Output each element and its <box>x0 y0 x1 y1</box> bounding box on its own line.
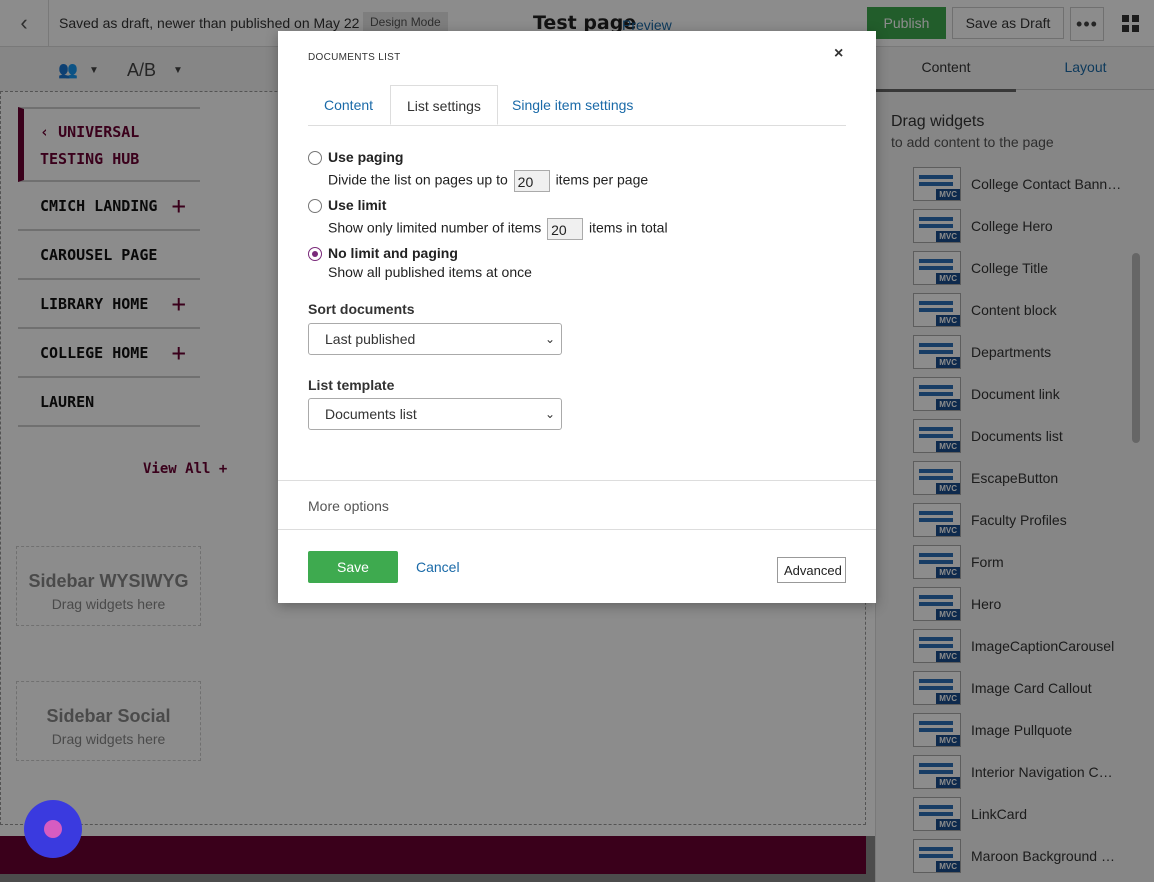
documents-list-dialog: DOCUMENTS LIST × Content List settings S… <box>278 31 876 603</box>
paging-size-input[interactable]: 20 <box>513 170 550 192</box>
radio-use-limit[interactable] <box>308 199 322 213</box>
option-label: Use paging <box>328 149 404 165</box>
more-options-toggle[interactable]: More options <box>278 480 876 530</box>
sort-documents-label: Sort documents <box>308 301 415 317</box>
advanced-button[interactable]: Advanced <box>777 557 846 583</box>
sort-documents-select[interactable]: Last published ⌄ <box>308 323 562 355</box>
save-button[interactable]: Save <box>308 551 398 583</box>
option-label: Use limit <box>328 197 387 213</box>
list-template-label: List template <box>308 377 395 393</box>
tab-content[interactable]: Content <box>308 85 389 125</box>
option-desc-text: Show only limited number of items <box>328 219 542 236</box>
option-description: Show all published items at once <box>328 264 532 280</box>
chevron-down-icon: ⌄ <box>544 332 555 346</box>
radio-use-paging[interactable] <box>308 151 322 165</box>
option-label: No limit and paging <box>328 245 458 261</box>
limit-count-input[interactable]: 20 <box>547 218 584 240</box>
chat-launcher-button[interactable] <box>24 800 82 858</box>
option-desc-suffix: items in total <box>588 219 668 236</box>
tab-single-item-settings[interactable]: Single item settings <box>496 85 649 125</box>
more-options-label: More options <box>308 498 389 514</box>
tab-list-settings[interactable]: List settings <box>390 85 498 125</box>
list-template-select[interactable]: Documents list ⌄ <box>308 398 562 430</box>
dialog-tabs: Content List settings Single item settin… <box>308 85 846 126</box>
chevron-down-icon: ⌄ <box>544 407 555 421</box>
select-value: Documents list <box>325 406 417 422</box>
option-description: Divide the list on pages up to 20 items … <box>328 170 648 192</box>
option-desc-suffix: items per page <box>555 171 649 188</box>
close-icon[interactable]: × <box>834 45 843 63</box>
chat-icon <box>44 820 62 838</box>
radio-no-limit[interactable] <box>308 247 322 261</box>
option-description: Show only limited number of items 20 ite… <box>328 218 668 240</box>
cancel-button[interactable]: Cancel <box>416 559 460 575</box>
option-desc-text: Divide the list on pages up to <box>328 171 508 188</box>
dialog-title: DOCUMENTS LIST <box>308 52 401 63</box>
select-value: Last published <box>325 331 416 347</box>
